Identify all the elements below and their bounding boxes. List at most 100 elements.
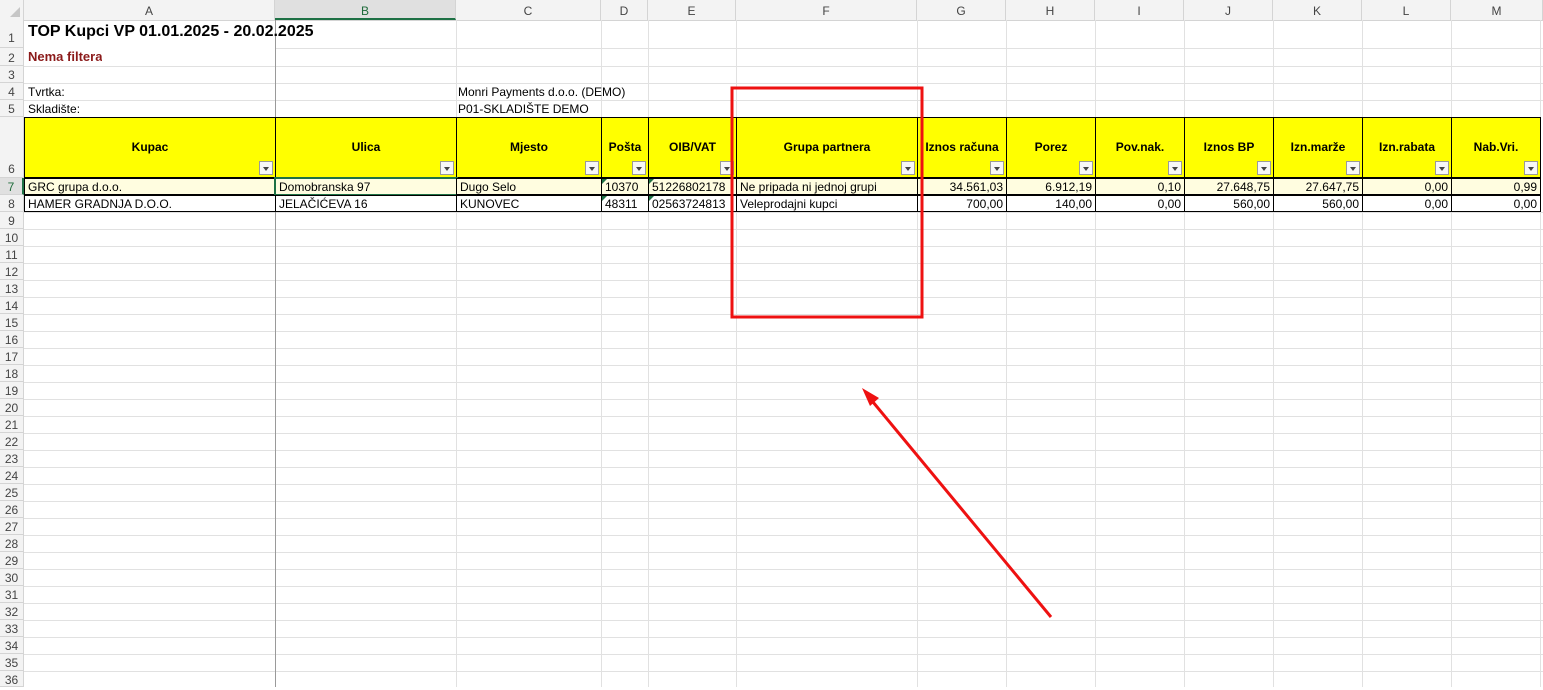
cell-mjesto[interactable]: Dugo Selo <box>456 178 602 195</box>
row-header-34[interactable]: 34 <box>0 637 24 654</box>
filter-dropdown-icon[interactable] <box>259 161 273 175</box>
cell-izn-marze[interactable]: 27.647,75 <box>1273 178 1363 195</box>
filter-dropdown-icon[interactable] <box>1524 161 1538 175</box>
filter-dropdown-icon[interactable] <box>901 161 915 175</box>
cell-iznos-bp[interactable]: 560,00 <box>1184 195 1274 212</box>
column-header-k[interactable]: K <box>1273 0 1362 20</box>
row-header-18[interactable]: 18 <box>0 365 24 382</box>
header-label: OIB/VAT <box>669 140 716 154</box>
header-ulica: Ulica <box>275 117 457 178</box>
header-label: Porez <box>1034 140 1068 154</box>
row-header-27[interactable]: 27 <box>0 518 24 535</box>
header-kupac: Kupac <box>24 117 276 178</box>
row-header-3[interactable]: 3 <box>0 66 24 83</box>
row-header-5[interactable]: 5 <box>0 100 24 117</box>
column-header-b[interactable]: B <box>275 0 456 20</box>
cell-izn-rabata[interactable]: 0,00 <box>1362 178 1452 195</box>
column-header-m[interactable]: M <box>1451 0 1543 20</box>
filter-dropdown-icon[interactable] <box>1079 161 1093 175</box>
row-header-10[interactable]: 10 <box>0 229 24 246</box>
column-header-j[interactable]: J <box>1184 0 1273 20</box>
header-grupa-partnera: Grupa partnera <box>736 117 918 178</box>
warehouse-label: Skladište: <box>28 102 81 116</box>
filter-dropdown-icon[interactable] <box>1346 161 1360 175</box>
filter-dropdown-icon[interactable] <box>632 161 646 175</box>
cell-ulica[interactable]: JELAČIĆEVA 16 <box>275 195 457 212</box>
row-header-12[interactable]: 12 <box>0 263 24 280</box>
row-header-24[interactable]: 24 <box>0 467 24 484</box>
cell-iznos-racuna[interactable]: 700,00 <box>917 195 1007 212</box>
row-header-13[interactable]: 13 <box>0 280 24 297</box>
cell-iznos-bp[interactable]: 27.648,75 <box>1184 178 1274 195</box>
filter-dropdown-icon[interactable] <box>1257 161 1271 175</box>
column-header-i[interactable]: I <box>1095 0 1184 20</box>
cell-oib-vat[interactable]: 51226802178 <box>648 178 737 195</box>
cell-oib-vat[interactable]: 02563724813 <box>648 195 737 212</box>
cell-nab-vri[interactable]: 0,99 <box>1451 178 1541 195</box>
row-header-35[interactable]: 35 <box>0 654 24 671</box>
filter-dropdown-icon[interactable] <box>720 161 734 175</box>
filter-dropdown-icon[interactable] <box>585 161 599 175</box>
row-header-14[interactable]: 14 <box>0 297 24 314</box>
row-header-22[interactable]: 22 <box>0 433 24 450</box>
cell-nab-vri[interactable]: 0,00 <box>1451 195 1541 212</box>
row-header-23[interactable]: 23 <box>0 450 24 467</box>
column-header-l[interactable]: L <box>1362 0 1451 20</box>
row-header-30[interactable]: 30 <box>0 569 24 586</box>
row-header-19[interactable]: 19 <box>0 382 24 399</box>
row-header-9[interactable]: 9 <box>0 212 24 229</box>
column-header-a[interactable]: A <box>24 0 275 20</box>
row-header-31[interactable]: 31 <box>0 586 24 603</box>
cell-mjesto[interactable]: KUNOVEC <box>456 195 602 212</box>
filter-dropdown-icon[interactable] <box>1435 161 1449 175</box>
select-all-corner[interactable] <box>0 0 24 20</box>
row-header-32[interactable]: 32 <box>0 603 24 620</box>
cell-ulica-active[interactable]: Domobranska 97 <box>274 177 458 196</box>
report-title: TOP Kupci VP 01.01.2025 - 20.02.2025 <box>28 23 314 40</box>
filter-dropdown-icon[interactable] <box>990 161 1004 175</box>
row-header-6[interactable]: 6 <box>0 117 24 178</box>
cell-kupac[interactable]: HAMER GRADNJA D.O.O. <box>24 195 276 212</box>
cell-kupac[interactable]: GRC grupa d.o.o. <box>24 178 276 195</box>
row-header-17[interactable]: 17 <box>0 348 24 365</box>
cell-posta[interactable]: 10370 <box>601 178 649 195</box>
row-header-2[interactable]: 2 <box>0 48 24 66</box>
header-label: Kupac <box>131 140 169 154</box>
row-header-36[interactable]: 36 <box>0 671 24 687</box>
cell-grupa-partnera[interactable]: Ne pripada ni jednoj grupi <box>736 178 918 195</box>
row-header-20[interactable]: 20 <box>0 399 24 416</box>
row-header-26[interactable]: 26 <box>0 501 24 518</box>
cell-pov-nak[interactable]: 0,00 <box>1095 195 1185 212</box>
cell-grupa-partnera[interactable]: Veleprodajni kupci <box>736 195 918 212</box>
cell-izn-marze[interactable]: 560,00 <box>1273 195 1363 212</box>
column-header-c[interactable]: C <box>456 0 601 20</box>
column-header-h[interactable]: H <box>1006 0 1095 20</box>
column-header-g[interactable]: G <box>917 0 1006 20</box>
row-header-21[interactable]: 21 <box>0 416 24 433</box>
row-header-1[interactable]: 1 <box>0 20 24 48</box>
row-header-8[interactable]: 8 <box>0 195 24 212</box>
header-porez: Porez <box>1006 117 1096 178</box>
filter-dropdown-icon[interactable] <box>440 161 454 175</box>
row-header-16[interactable]: 16 <box>0 331 24 348</box>
row-header-28[interactable]: 28 <box>0 535 24 552</box>
row-header-7[interactable]: 7 <box>0 178 24 195</box>
cell-iznos-racuna[interactable]: 34.561,03 <box>917 178 1007 195</box>
column-header-d[interactable]: D <box>601 0 648 20</box>
cell-izn-rabata[interactable]: 0,00 <box>1362 195 1452 212</box>
row-header-11[interactable]: 11 <box>0 246 24 263</box>
cell-porez[interactable]: 140,00 <box>1006 195 1096 212</box>
header-label: Pov.nak. <box>1115 140 1165 154</box>
cell-porez[interactable]: 6.912,19 <box>1006 178 1096 195</box>
cell-posta[interactable]: 48311 <box>601 195 649 212</box>
row-header-4[interactable]: 4 <box>0 83 24 100</box>
filter-dropdown-icon[interactable] <box>1168 161 1182 175</box>
row-header-15[interactable]: 15 <box>0 314 24 331</box>
row-header-33[interactable]: 33 <box>0 620 24 637</box>
row-header-29[interactable]: 29 <box>0 552 24 569</box>
row-header-25[interactable]: 25 <box>0 484 24 501</box>
column-header-e[interactable]: E <box>648 0 736 20</box>
cell-pov-nak[interactable]: 0,10 <box>1095 178 1185 195</box>
column-header-f[interactable]: F <box>736 0 917 20</box>
header-label: Pošta <box>608 140 642 154</box>
